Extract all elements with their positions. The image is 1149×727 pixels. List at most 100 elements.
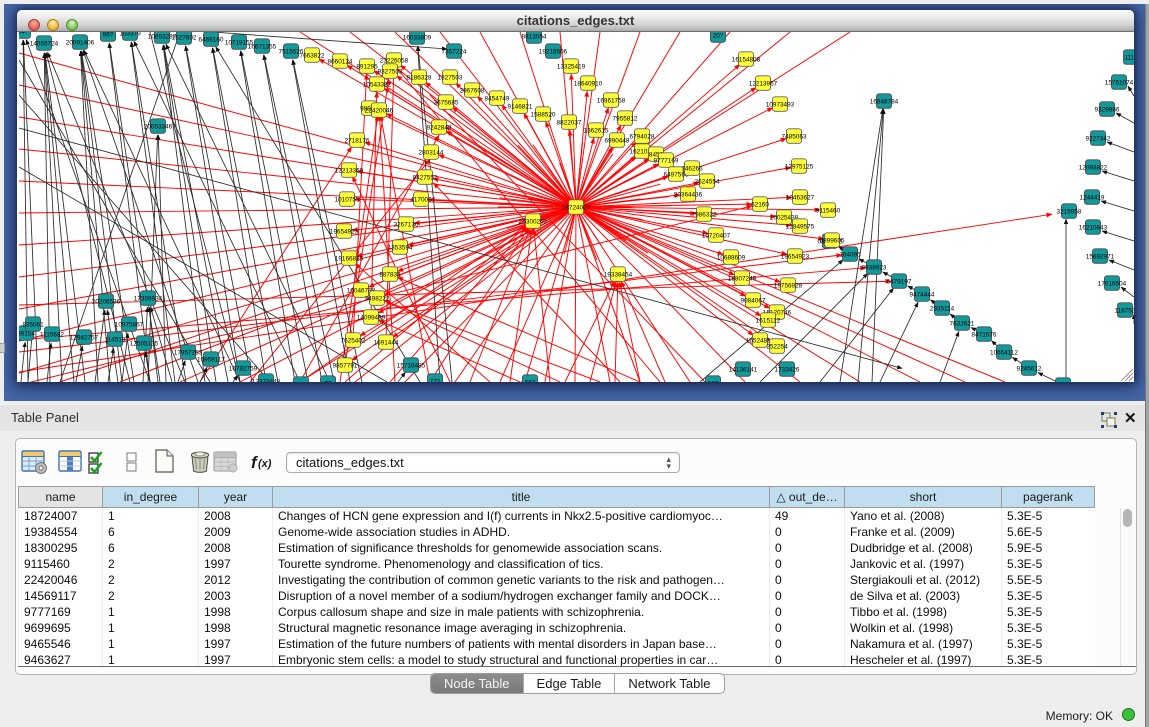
- svg-text:887833: 887833: [379, 271, 401, 278]
- svg-text:12093822: 12093822: [1079, 164, 1108, 171]
- svg-text:252254: 252254: [766, 343, 788, 350]
- svg-text:9115460: 9115460: [816, 207, 841, 214]
- svg-text:9245612: 9245612: [1017, 365, 1042, 372]
- svg-text:12849575: 12849575: [786, 223, 815, 230]
- svg-text:7357224: 7357224: [442, 48, 467, 55]
- svg-text:9084067: 9084067: [741, 297, 766, 304]
- svg-text:15751074: 15751074: [1105, 79, 1134, 86]
- svg-text:10543382: 10543382: [363, 81, 392, 88]
- svg-text:13325419: 13325419: [557, 63, 586, 70]
- svg-text:7632621: 7632621: [950, 320, 975, 327]
- svg-text:1615112: 1615112: [756, 317, 781, 324]
- svg-text:10973493: 10973493: [766, 101, 795, 108]
- svg-text:12505135: 12505135: [130, 340, 159, 347]
- svg-text:17016504: 17016504: [1098, 280, 1127, 287]
- svg-text:19218506: 19218506: [539, 48, 568, 55]
- svg-text:1117: 1117: [1124, 54, 1134, 61]
- svg-text:1362615: 1362615: [584, 127, 609, 134]
- svg-text:9777169: 9777169: [654, 157, 679, 164]
- svg-text:25300203: 25300203: [519, 218, 548, 225]
- svg-text:2967608: 2967608: [460, 87, 485, 94]
- svg-text:20?: 20?: [713, 32, 724, 39]
- svg-text:7955812: 7955812: [613, 115, 638, 122]
- svg-text:9227342: 9227342: [1086, 135, 1111, 142]
- svg-text:1691444: 1691444: [374, 339, 399, 346]
- svg-text:1115682: 1115682: [40, 331, 64, 338]
- svg-text:16210643: 16210643: [1079, 224, 1108, 231]
- svg-text:10?: 10?: [708, 380, 719, 382]
- svg-text:891295: 891295: [356, 63, 378, 70]
- svg-text:20053346: 20053346: [144, 123, 173, 130]
- svg-text:22420046: 22420046: [365, 107, 394, 114]
- svg-text:8471676: 8471676: [972, 331, 997, 338]
- svg-text:1327503: 1327503: [438, 74, 463, 81]
- svg-text:96?: 96?: [103, 32, 114, 38]
- svg-text:84?: 84?: [19, 32, 29, 35]
- svg-text:8454749: 8454749: [485, 95, 510, 102]
- svg-text:164095: 164095: [839, 251, 861, 258]
- svg-text:7986322: 7986322: [692, 211, 717, 218]
- svg-text:12213967: 12213967: [749, 80, 778, 87]
- svg-text:9?: 9?: [324, 380, 332, 382]
- svg-text:8660124: 8660124: [328, 58, 353, 65]
- svg-text:15692971: 15692971: [1086, 253, 1115, 260]
- svg-text:116753: 116753: [1115, 307, 1134, 314]
- svg-text:2803144: 2803144: [419, 149, 444, 156]
- svg-text:6990448: 6990448: [605, 137, 630, 144]
- svg-text:19338454: 19338454: [604, 271, 633, 278]
- svg-text:2718176: 2718176: [345, 137, 370, 144]
- svg-text:18807249: 18807249: [728, 275, 757, 282]
- svg-text:9242848: 9242848: [427, 124, 452, 131]
- svg-text:6466160: 6466160: [199, 36, 224, 43]
- svg-text:10975867: 10975867: [115, 321, 144, 328]
- svg-text:6479197: 6479197: [887, 278, 912, 285]
- svg-text:17359934: 17359934: [134, 295, 163, 302]
- svg-text:1244419: 1244419: [1080, 194, 1105, 201]
- svg-text:10654112: 10654112: [990, 349, 1018, 356]
- svg-text:6794028: 6794028: [630, 133, 655, 140]
- svg-text:16848784: 16848784: [870, 98, 899, 105]
- svg-text:0899605: 0899605: [820, 237, 845, 244]
- svg-text:3267130: 3267130: [394, 221, 419, 228]
- svg-text:835061: 835061: [22, 321, 44, 328]
- svg-text:14055724: 14055724: [30, 40, 59, 47]
- svg-text:2935114: 2935114: [930, 305, 955, 312]
- svg-text:16033809: 16033809: [403, 34, 432, 41]
- svg-text:(x): (x): [258, 458, 272, 470]
- svg-text:14136141: 14136141: [729, 366, 758, 373]
- svg-text:3624554: 3624554: [695, 178, 720, 185]
- svg-text:1733426: 1733426: [775, 366, 800, 373]
- svg-text:66?: 66?: [525, 379, 536, 382]
- svg-text:114519: 114519: [105, 336, 126, 343]
- svg-text:3675685: 3675685: [434, 99, 459, 106]
- svg-text:7485063: 7485063: [782, 133, 807, 140]
- svg-text:1588520: 1588520: [531, 111, 556, 118]
- svg-text:8427552: 8427552: [413, 174, 438, 181]
- svg-text:3498222: 3498222: [365, 295, 390, 302]
- svg-text:7663822: 7663822: [300, 52, 325, 59]
- svg-text:12975125: 12975125: [785, 163, 814, 170]
- svg-text:16961758: 16961758: [597, 97, 626, 104]
- svg-text:9857791: 9857791: [333, 362, 358, 369]
- svg-text:9329966: 9329966: [1095, 106, 1120, 113]
- svg-text:16154808: 16154808: [732, 56, 761, 63]
- svg-text:9327503: 9327503: [378, 68, 403, 75]
- svg-text:62160: 62160: [751, 201, 769, 208]
- svg-text:17957253: 17957253: [174, 349, 203, 356]
- svg-text:9474444: 9474444: [910, 291, 935, 298]
- svg-text:8813054: 8813054: [522, 33, 547, 40]
- svg-text:10463627: 10463627: [786, 194, 815, 201]
- svg-text:12323448: 12323448: [252, 378, 281, 382]
- svg-text:103379: 103379: [119, 32, 141, 37]
- svg-text:15716485: 15716485: [397, 362, 426, 369]
- svg-text:417006: 417006: [410, 196, 432, 203]
- svg-text:746266: 746266: [681, 165, 703, 172]
- svg-text:10958117: 10958117: [197, 356, 225, 363]
- svg-text:77?: 77?: [430, 378, 441, 382]
- svg-text:8822037: 8822037: [557, 119, 582, 126]
- svg-text:12213369: 12213369: [335, 167, 364, 174]
- svg-text:16782759: 16782759: [229, 365, 258, 372]
- svg-text:10688609: 10688609: [717, 254, 746, 261]
- svg-text:20091406: 20091406: [66, 39, 95, 46]
- svg-text:19654923: 19654923: [330, 228, 359, 235]
